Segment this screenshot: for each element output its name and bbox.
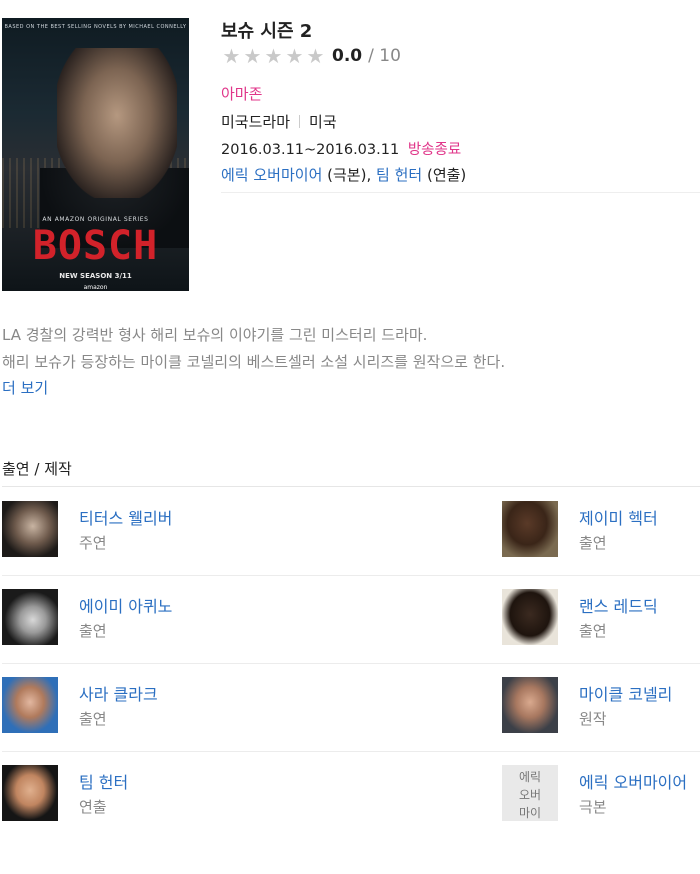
cast-row: 팀 헌터 연출 에릭 오버 마이 에릭 오버마이어 극본 [2,751,700,839]
writer-link[interactable]: 에릭 오버마이어 [221,166,322,184]
cast-role: 원작 [579,710,607,728]
cast-role: 주연 [79,534,107,552]
poster-season-line: NEW SEASON 3/11 [59,272,132,280]
synopsis-line: 해리 보슈가 등장하는 마이클 코넬리의 베스트셀러 소설 시리즈를 원작으로 … [2,353,506,371]
avatar[interactable] [2,589,58,645]
poster-series-line: AN AMAZON ORIGINAL SERIES [42,216,149,223]
cast-role: 출연 [79,622,107,640]
poster-title: BOSCH [32,223,159,269]
rating-max: / 10 [368,46,401,66]
show-poster[interactable]: BASED ON THE BEST SELLING NOVELS BY MICH… [2,18,189,291]
director-role: (연출) [426,166,467,184]
genre-label: 미국드라마 [221,113,291,131]
info-divider [221,192,700,193]
cast-role: 출연 [579,622,607,640]
cast-member[interactable]: 사라 클라크 출연 [2,677,302,735]
credits-line: 에릭 오버마이어 (극본), 팀 헌터 (연출) [221,164,466,185]
cast-name[interactable]: 에이미 아퀴노 [79,593,172,617]
cast-member[interactable]: 랜스 레드딕 출연 [502,589,700,647]
avatar[interactable] [2,765,58,821]
star-rating[interactable]: ★ ★ ★ ★ ★ [221,46,326,66]
air-date-range: 2016.03.11~2016.03.11 [221,142,400,158]
cast-role: 출연 [79,710,107,728]
poster-brand: amazon [83,284,108,291]
cast-row: 사라 클라크 출연 마이클 코넬리 원작 [2,663,700,752]
avatar[interactable] [2,501,58,557]
cast-member[interactable]: 팀 헌터 연출 [2,765,302,823]
rating: ★ ★ ★ ★ ★ 0.0 / 10 [221,44,401,68]
avatar[interactable] [2,677,58,733]
cast-member[interactable]: 에릭 오버 마이 에릭 오버마이어 극본 [502,765,700,823]
star-icon[interactable]: ★ [305,46,326,66]
star-icon[interactable]: ★ [242,46,263,66]
avatar[interactable] [502,501,558,557]
more-button[interactable]: 더 보기 [2,377,48,398]
show-title: 보슈 시즌 2 [221,21,313,42]
cast-role: 출연 [579,534,607,552]
cast-row: 티터스 웰리버 주연 제이미 헥터 출연 [2,487,700,576]
cast-member[interactable]: 제이미 헥터 출연 [502,501,700,559]
poster-tagline: BASED ON THE BEST SELLING NOVELS BY MICH… [4,24,187,30]
country-label: 미국 [309,113,337,131]
cast-row: 에이미 아퀴노 출연 랜스 레드딕 출연 [2,575,700,664]
synopsis: LA 경찰의 강력반 형사 해리 보슈의 이야기를 그린 미스터리 드라마. 해… [2,322,692,376]
avatar-placeholder[interactable]: 에릭 오버 마이 [502,765,558,821]
cast-member[interactable]: 티터스 웰리버 주연 [2,501,302,559]
cast-member[interactable]: 에이미 아퀴노 출연 [2,589,302,647]
star-icon[interactable]: ★ [284,46,305,66]
cast-name[interactable]: 랜스 레드딕 [579,593,658,617]
avatar[interactable] [502,589,558,645]
star-icon[interactable]: ★ [221,46,242,66]
writer-role: (극본), [327,166,372,184]
cast-role: 연출 [79,798,107,816]
cast-name[interactable]: 팀 헌터 [79,769,128,793]
synopsis-line: LA 경찰의 강력반 형사 해리 보슈의 이야기를 그린 미스터리 드라마. [2,326,428,344]
show-info: 보슈 시즌 2 ★ ★ ★ ★ ★ 0.0 / 10 아마존 미국드라마 미국 … [221,20,700,193]
cast-name[interactable]: 사라 클라크 [79,681,158,705]
meta-divider [299,115,301,128]
rating-score: 0.0 [332,46,363,66]
cast-member[interactable]: 마이클 코넬리 원작 [502,677,700,735]
cast-name[interactable]: 티터스 웰리버 [79,505,172,529]
star-icon[interactable]: ★ [263,46,284,66]
channel-label: 아마존 [221,85,263,103]
genre-country: 미국드라마 미국 [221,111,337,132]
broadcast-status: 방송종료 [407,142,462,158]
director-link[interactable]: 팀 헌터 [376,166,422,184]
cast-name[interactable]: 제이미 헥터 [579,505,658,529]
air-dates: 2016.03.11~2016.03.11 방송종료 [221,138,461,159]
cast-name[interactable]: 마이클 코넬리 [579,681,672,705]
cast-name[interactable]: 에릭 오버마이어 [579,769,687,793]
poster-figure-face [57,48,177,198]
avatar[interactable] [502,677,558,733]
cast-role: 극본 [579,798,607,816]
cast-section-title: 출연 / 제작 [2,460,72,478]
